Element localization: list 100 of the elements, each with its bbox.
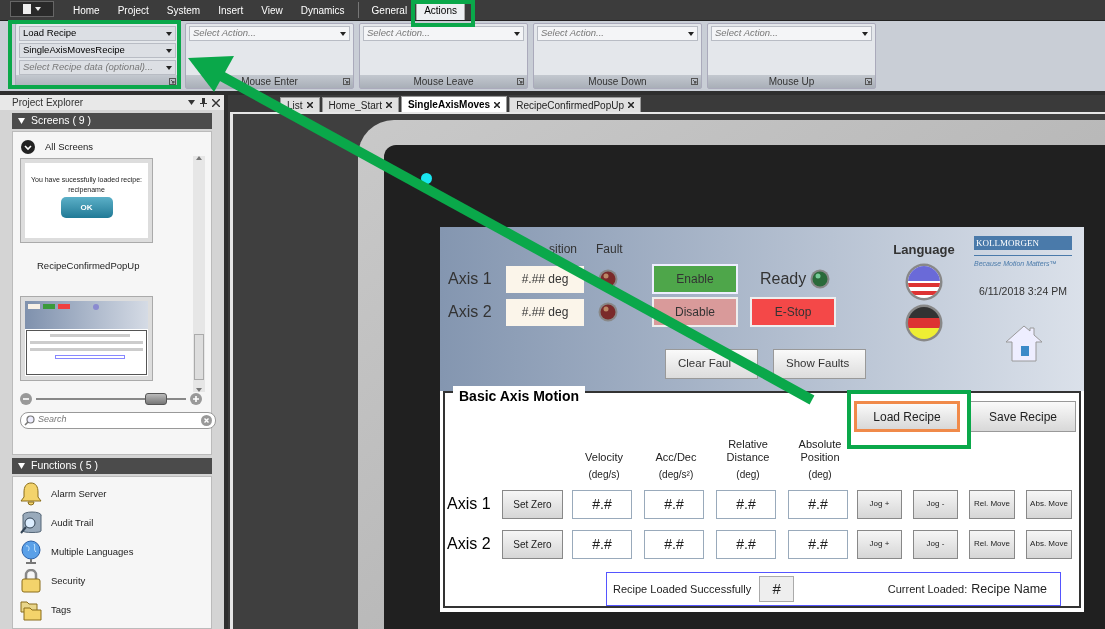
menu-tab[interactable]: General: [362, 0, 417, 20]
fault-indicator: [598, 302, 618, 322]
clear-icon[interactable]: [201, 414, 212, 426]
position-field: #.## deg: [506, 298, 584, 326]
value-field[interactable]: #.#: [572, 529, 632, 559]
scrollbar[interactable]: [193, 156, 205, 392]
column-header: Velocity: [585, 451, 623, 464]
menu-tab[interactable]: Home: [64, 0, 109, 20]
collapse-icon: [18, 118, 25, 124]
position-field: #.## deg: [506, 265, 584, 293]
dropdown-icon[interactable]: [188, 100, 195, 105]
set-zero-button[interactable]: Set Zero: [502, 529, 563, 559]
action-dropdown[interactable]: Select Action...: [189, 26, 350, 41]
collapse-icon: [18, 463, 25, 469]
zoom-out-icon[interactable]: [20, 392, 32, 405]
slider-thumb[interactable]: [145, 392, 167, 405]
group-label: Mouse Down: [588, 75, 647, 89]
move-button[interactable]: Jog -: [913, 529, 958, 559]
value-field[interactable]: #.#: [644, 489, 704, 519]
column-unit: (deg): [808, 468, 832, 482]
expand-icon[interactable]: [21, 140, 35, 155]
dialog-launcher-icon[interactable]: [517, 78, 524, 85]
close-icon[interactable]: [385, 102, 392, 108]
axis-label: Axis 2: [446, 534, 492, 554]
function-item[interactable]: Multiple Languages: [51, 544, 134, 560]
close-icon[interactable]: [306, 102, 313, 108]
group-label: Mouse Enter: [241, 75, 298, 89]
set-zero-button[interactable]: Set Zero: [502, 489, 563, 519]
german-flag-icon[interactable]: [905, 303, 943, 342]
document-tab[interactable]: Home_Start: [321, 97, 399, 112]
value-field[interactable]: #.#: [788, 529, 848, 559]
action-dropdown[interactable]: Select Recipe data (optional)...: [19, 60, 176, 75]
status-message: Recipe Loaded Successfully: [613, 581, 752, 597]
close-icon[interactable]: [628, 102, 635, 108]
menu-tab[interactable]: System: [157, 0, 210, 20]
dialog-launcher-icon[interactable]: [865, 78, 872, 85]
dialog-launcher-icon[interactable]: [691, 78, 698, 85]
action-dropdown[interactable]: SingleAxisMovesRecipe: [19, 43, 176, 58]
close-icon[interactable]: [494, 101, 501, 108]
value-field[interactable]: #.#: [716, 489, 776, 519]
hmi-button[interactable]: Enable: [652, 264, 738, 294]
pin-icon[interactable]: [200, 98, 207, 107]
move-button[interactable]: Jog -: [913, 489, 958, 519]
folders-icon: [20, 598, 42, 622]
value-field[interactable]: #.#: [788, 489, 848, 519]
scrollbar-thumb[interactable]: [194, 334, 204, 380]
file-menu-button[interactable]: [10, 1, 54, 17]
globe-icon: [20, 540, 42, 564]
database-search-icon: [20, 511, 42, 535]
column-unit: (deg): [736, 468, 760, 482]
menu-tab[interactable]: Dynamics: [291, 0, 354, 20]
search-field[interactable]: Search: [20, 411, 216, 429]
move-button[interactable]: Abs. Move: [1026, 529, 1072, 559]
move-button[interactable]: Rel. Move: [969, 529, 1015, 559]
us-flag-icon[interactable]: [905, 262, 943, 301]
function-item[interactable]: Audit Trail: [51, 515, 94, 531]
action-dropdown[interactable]: Load Recipe: [19, 26, 176, 41]
scroll-up-icon[interactable]: [196, 156, 202, 160]
move-button[interactable]: Abs. Move: [1026, 489, 1072, 519]
section-header[interactable]: Screens ( 9 ): [12, 113, 212, 129]
action-dropdown[interactable]: Select Action...: [537, 26, 698, 41]
function-item[interactable]: Security: [51, 573, 86, 589]
home-icon[interactable]: [1004, 324, 1044, 363]
group-label: Mouse Up: [768, 75, 815, 89]
menu-tab[interactable]: Project: [108, 0, 158, 20]
move-button[interactable]: Rel. Move: [969, 489, 1015, 519]
column-unit: (deg/s): [588, 468, 620, 482]
column-header: sition: [549, 241, 578, 256]
function-item[interactable]: Alarm Server: [51, 486, 107, 502]
dialog-launcher-icon[interactable]: [169, 78, 176, 85]
fault-indicator: [598, 269, 618, 289]
menu-tab[interactable]: Insert: [209, 0, 253, 20]
recipe-button[interactable]: Load Recipe: [854, 401, 960, 432]
action-dropdown[interactable]: Select Action...: [363, 26, 524, 41]
document-tab[interactable]: RecipeConfirmedPopUp: [509, 97, 642, 112]
function-item[interactable]: Tags: [51, 602, 72, 618]
action-dropdown[interactable]: Select Action...: [711, 26, 872, 41]
screen-thumbnail[interactable]: [20, 295, 153, 381]
recipe-button[interactable]: Save Recipe: [970, 401, 1076, 432]
move-button[interactable]: Jog +: [857, 489, 902, 519]
close-icon[interactable]: [212, 98, 220, 107]
screen-name[interactable]: RecipeConfirmedPopUp: [20, 259, 206, 274]
language-title: Language: [893, 241, 955, 259]
fault-button[interactable]: Show Faults: [773, 349, 866, 379]
status-label: Ready: [760, 269, 807, 289]
column-header: Fault: [596, 241, 623, 256]
move-button[interactable]: Jog +: [857, 529, 902, 559]
hmi-button[interactable]: E-Stop: [750, 297, 836, 327]
section-header[interactable]: Functions ( 5 ): [12, 458, 212, 474]
caret-icon: [862, 31, 868, 36]
value-field[interactable]: #.#: [644, 529, 704, 559]
document-tab[interactable]: SingleAxisMoves: [400, 96, 508, 112]
status-indicator: #: [759, 576, 795, 602]
value-field[interactable]: #.#: [572, 489, 632, 519]
menu-tab[interactable]: View: [252, 0, 292, 20]
zoom-in-icon[interactable]: [190, 392, 202, 405]
dialog-launcher-icon[interactable]: [343, 78, 350, 85]
value-field[interactable]: #.#: [716, 529, 776, 559]
filter-label[interactable]: All Screens: [45, 140, 94, 155]
group-label: Mouse Leave: [413, 75, 474, 89]
